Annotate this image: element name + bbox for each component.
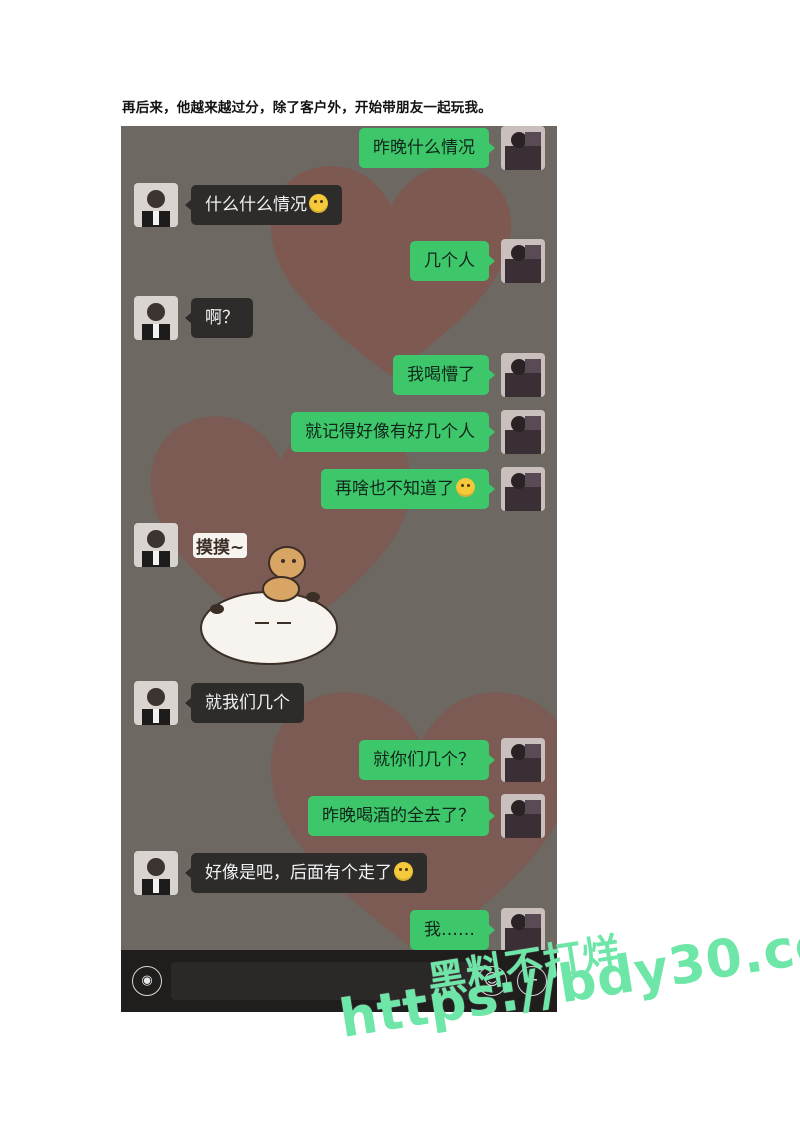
message-text: 昨晚什么情况 [373,138,475,158]
message-row-sent: 昨晚什么情况 [359,126,545,170]
contact-avatar[interactable] [134,681,178,725]
my-avatar[interactable] [501,239,545,283]
received-bubble[interactable]: 什么什么情况 [185,185,342,225]
message-row-received: 好像是吧，后面有个走了 [134,851,427,895]
message-text: 好像是吧，后面有个走了 [205,863,392,883]
message-row-received: 什么什么情况 [134,183,342,227]
message-row-received: 啊？ [134,296,253,340]
message-text: 再啥也不知道了 [335,479,454,499]
message-row-sent: 我喝懵了 [393,353,545,397]
smiling-emoji-icon [394,862,413,881]
sent-bubble[interactable]: 昨晚什么情况 [359,128,495,168]
my-avatar[interactable] [501,467,545,511]
my-avatar[interactable] [501,410,545,454]
my-avatar[interactable] [501,126,545,170]
message-row-sent: 就记得好像有好几个人 [291,410,545,454]
received-bubble[interactable]: 好像是吧，后面有个走了 [185,853,427,893]
flushed-emoji-icon [456,478,475,497]
sent-bubble[interactable]: 就记得好像有好几个人 [291,412,495,452]
message-text: 就你们几个？ [373,750,475,770]
message-text: 几个人 [424,251,475,271]
sent-bubble[interactable]: 几个人 [410,241,495,281]
message-row-sent: 就你们几个？ [359,738,545,782]
caption-text: 再后来，他越来越过分，除了客户外，开始带朋友一起玩我。 [122,100,492,116]
sent-bubble[interactable]: 昨晚喝酒的全去了？ [308,796,495,836]
message-row-sent: 几个人 [410,239,545,283]
my-avatar[interactable] [501,353,545,397]
message-row-received: 摸摸~ [134,523,341,668]
voice-input-button[interactable]: ◉ [132,966,162,996]
received-bubble[interactable]: 就我们几个 [185,683,304,723]
message-text: 我…… [424,920,475,940]
sent-bubble[interactable]: 再啥也不知道了 [321,469,495,509]
chat-screen: 昨晚什么情况 什么什么情况 几个人 啊？ 我喝懵了 就记得好像有好几个人 再啥也… [121,126,557,1012]
message-text: 昨晚喝酒的全去了？ [322,806,475,826]
received-bubble[interactable]: 啊？ [185,298,253,338]
laughing-emoji-icon [309,194,328,213]
sent-bubble[interactable]: 就你们几个？ [359,740,495,780]
message-text: 啊？ [205,308,239,328]
contact-avatar[interactable] [134,851,178,895]
message-row-received: 就我们几个 [134,681,304,725]
message-text: 我喝懵了 [407,365,475,385]
message-row-sent: 再啥也不知道了 [321,467,545,511]
message-text: 就我们几个 [205,693,290,713]
voice-icon: ◉ [141,973,153,988]
contact-avatar[interactable] [134,183,178,227]
sticker[interactable]: 摸摸~ [191,523,341,668]
my-avatar[interactable] [501,794,545,838]
sent-bubble[interactable]: 我喝懵了 [393,355,495,395]
message-text: 就记得好像有好几个人 [305,422,475,442]
contact-avatar[interactable] [134,523,178,567]
my-avatar[interactable] [501,738,545,782]
contact-avatar[interactable] [134,296,178,340]
sticker-caption: 摸摸~ [193,533,248,558]
message-row-sent: 昨晚喝酒的全去了？ [308,794,545,838]
message-text: 什么什么情况 [205,195,307,215]
